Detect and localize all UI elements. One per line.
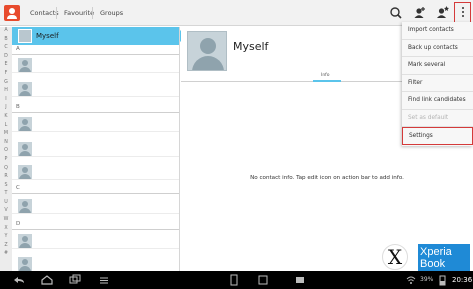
contact-name: Myself <box>233 40 269 53</box>
menu-item-mark-several[interactable]: Mark several <box>402 57 473 75</box>
alphabet-index-letter[interactable]: C <box>0 44 12 53</box>
alphabet-index-letter[interactable]: K <box>0 113 12 122</box>
list-item[interactable] <box>12 164 179 180</box>
alphabet-index-letter[interactable]: N <box>0 139 12 148</box>
list-item[interactable] <box>12 116 179 132</box>
alphabet-index-letter[interactable]: R <box>0 173 12 182</box>
avatar <box>18 199 32 213</box>
alphabet-index-letter[interactable]: Q <box>0 165 12 174</box>
menu-item-find-link-candidates[interactable]: Find link candidates <box>402 92 473 110</box>
avatar <box>18 257 32 271</box>
alphabet-index-letter[interactable]: V <box>0 207 12 216</box>
avatar <box>18 234 32 248</box>
back-icon[interactable] <box>12 274 26 286</box>
contacts-app-icon[interactable] <box>4 5 20 21</box>
section-header: D <box>12 220 179 230</box>
section-header: C <box>12 184 179 194</box>
clock: 20:36 <box>452 276 473 284</box>
avatar <box>18 165 32 179</box>
list-item[interactable] <box>12 81 179 97</box>
alphabet-index-letter[interactable]: M <box>0 130 12 139</box>
tab-indicator <box>313 80 341 82</box>
avatar <box>18 82 32 96</box>
list-item-label: Myself <box>36 32 59 40</box>
alphabet-index-letter[interactable]: Y <box>0 233 12 242</box>
menu-item-set-as-default: Set as default <box>402 110 473 127</box>
menu-item-settings[interactable]: Settings <box>402 127 473 145</box>
alphabet-index-letter[interactable]: L <box>0 122 12 131</box>
tab-contacts[interactable]: Contacts <box>30 0 59 26</box>
tab-favourite[interactable]: Favourite <box>64 0 94 26</box>
avatar <box>18 142 32 156</box>
overflow-menu-button[interactable] <box>454 2 471 23</box>
section-header: A <box>12 45 179 55</box>
system-bar: 39% 20:36 <box>0 271 473 289</box>
alphabet-index-letter[interactable]: D <box>0 53 12 62</box>
alphabet-index-letter[interactable]: T <box>0 190 12 199</box>
recent-apps-icon[interactable] <box>68 274 82 286</box>
contact-photo[interactable] <box>187 31 227 71</box>
tab-divider <box>92 7 93 19</box>
alphabet-index-letter[interactable]: G <box>0 79 12 88</box>
tab-divider <box>56 7 57 19</box>
list-item[interactable] <box>12 256 179 271</box>
tab-groups[interactable]: Groups <box>100 0 123 26</box>
alphabet-index-letter[interactable]: O <box>0 147 12 156</box>
list-item[interactable] <box>12 233 179 249</box>
menu-icon[interactable] <box>97 274 111 286</box>
add-contact-icon[interactable] <box>410 4 428 22</box>
alphabet-index-letter[interactable]: E <box>0 61 12 70</box>
alphabet-index-letter[interactable]: I <box>0 96 12 105</box>
section-header: B <box>12 103 179 113</box>
search-icon[interactable] <box>387 4 405 22</box>
avatar <box>18 58 32 72</box>
alphabet-index-letter[interactable]: F <box>0 70 12 79</box>
menu-item-filter[interactable]: Filter <box>402 75 473 92</box>
screenshot-icon[interactable] <box>229 274 239 286</box>
alphabet-index-letter[interactable]: J <box>0 104 12 113</box>
alphabet-index-letter[interactable]: # <box>0 250 12 259</box>
list-item[interactable] <box>12 141 179 157</box>
alphabet-index-letter[interactable]: U <box>0 199 12 208</box>
notification-icon <box>296 277 304 283</box>
alphabet-index-letter[interactable]: Z <box>0 242 12 251</box>
avatar <box>18 29 32 43</box>
overflow-menu-icon <box>462 7 464 9</box>
watermark-xperia-book-logo: Xperia Book <box>418 244 470 271</box>
alphabet-index-letter[interactable]: W <box>0 216 12 225</box>
menu-item-import-contacts[interactable]: Import contacts <box>402 22 473 40</box>
alphabet-index-letter[interactable]: P <box>0 156 12 165</box>
menu-item-back-up-contacts[interactable]: Back up contacts <box>402 40 473 57</box>
add-favourite-contact-icon[interactable] <box>433 4 451 22</box>
list-item[interactable] <box>12 57 179 73</box>
wifi-icon <box>406 276 416 284</box>
alphabet-index-letter[interactable]: H <box>0 87 12 96</box>
list-item-myself[interactable]: Myself <box>12 27 179 45</box>
alphabet-index[interactable]: A B C D E F G H I J K L M N O P Q R S T U V W X Y Z # <box>0 27 12 271</box>
home-icon[interactable] <box>40 274 54 286</box>
alphabet-index-letter[interactable]: B <box>0 36 12 45</box>
list-item[interactable] <box>12 198 179 214</box>
small-apps-icon[interactable] <box>258 274 268 286</box>
overflow-menu: Import contacts Back up contacts Mark se… <box>402 22 473 146</box>
watermark-x-logo: X <box>382 244 408 270</box>
alphabet-index-letter[interactable]: S <box>0 182 12 191</box>
empty-info-message: No contact info. Tap edit icon on action… <box>250 175 404 181</box>
battery-icon <box>439 275 446 286</box>
battery-percentage: 39% <box>420 276 434 283</box>
avatar <box>18 117 32 131</box>
contact-list[interactable]: A B C D E F G H I J K L M N O P Q R S T U V W X Y Z # Myself A B C… <box>0 27 180 271</box>
alphabet-index-letter[interactable]: A <box>0 27 12 36</box>
alphabet-index-letter[interactable]: X <box>0 225 12 234</box>
